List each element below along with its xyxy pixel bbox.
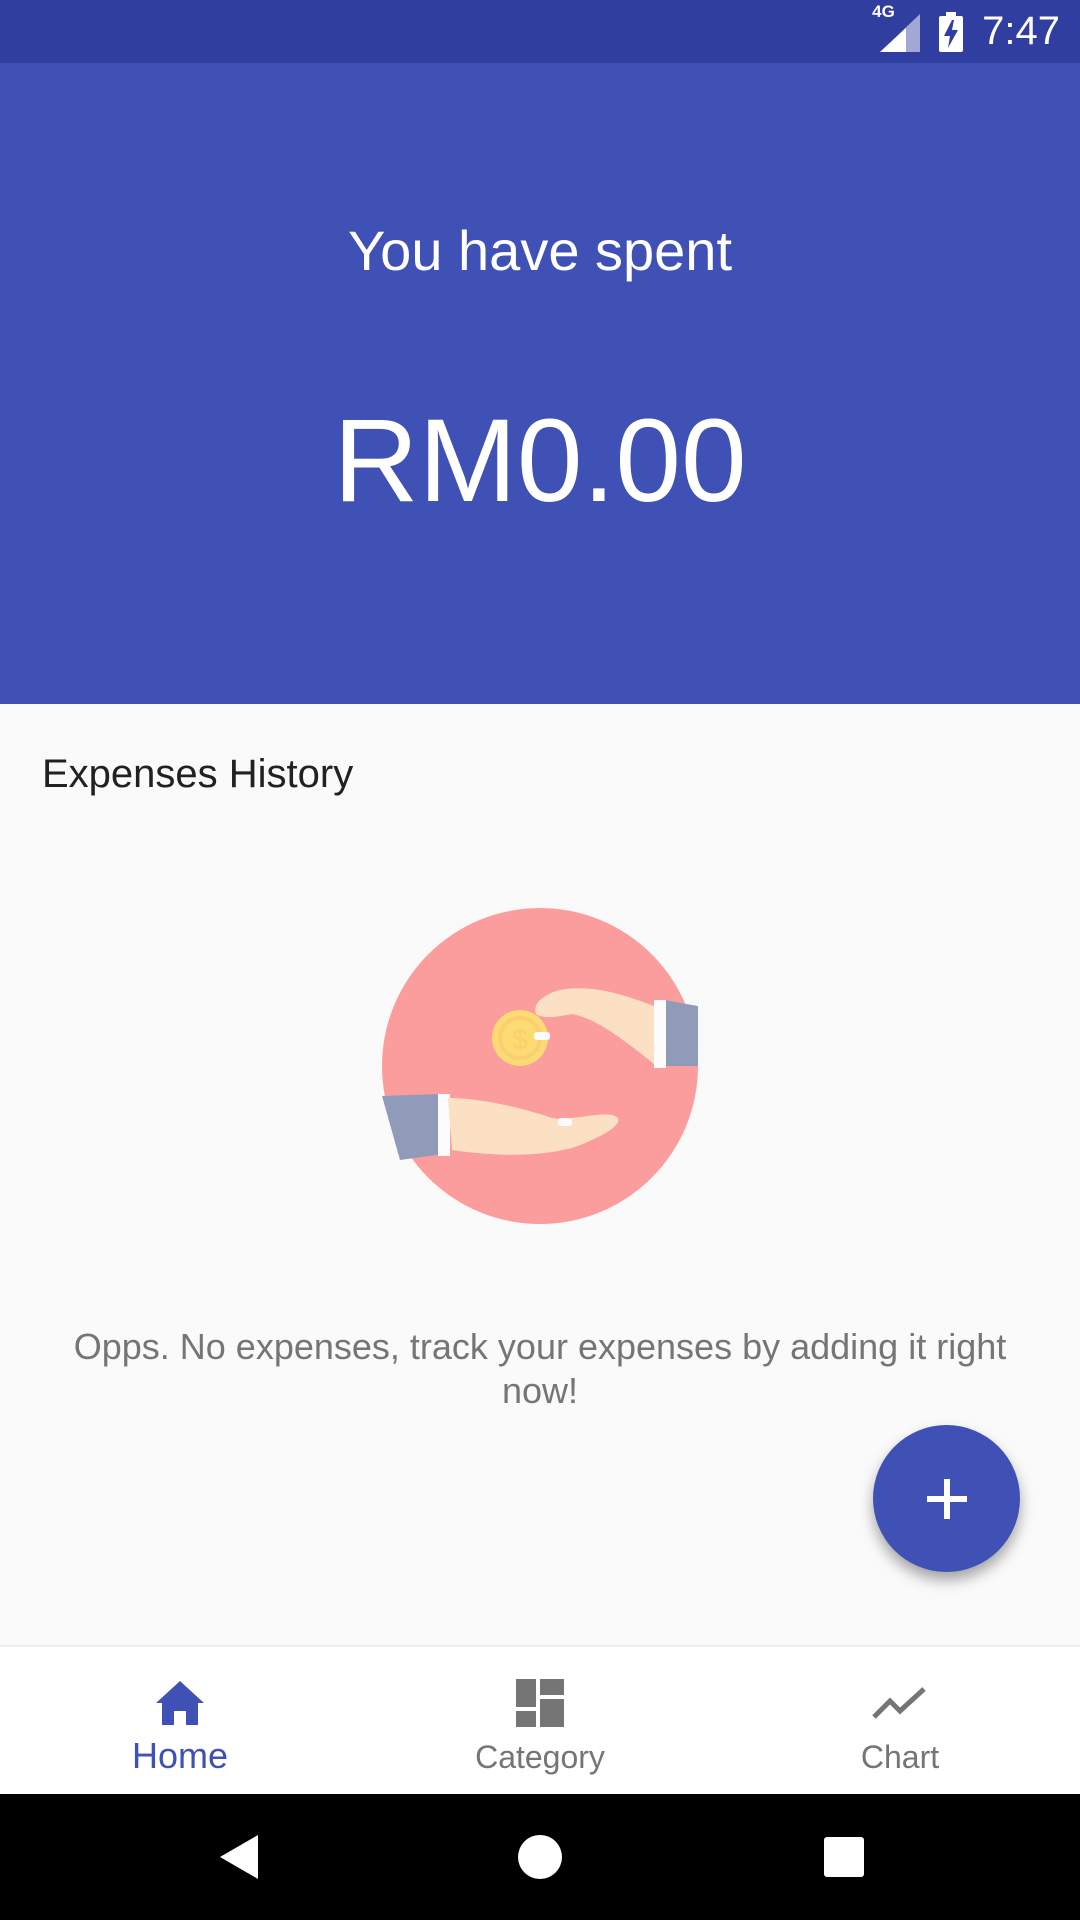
bottom-navigation: Home Category Chart	[0, 1645, 1080, 1794]
spent-amount: RM0.00	[333, 395, 747, 527]
nav-label-home: Home	[131, 1735, 229, 1776]
signal-indicator: 4G	[872, 0, 921, 63]
add-expense-button[interactable]	[873, 1425, 1020, 1572]
nav-item-chart[interactable]: Chart	[720, 1647, 1080, 1796]
svg-text:$: $	[512, 1024, 528, 1055]
status-time: 7:47	[982, 9, 1060, 53]
battery-charging-icon	[939, 11, 964, 52]
home-icon	[156, 1681, 204, 1725]
home-circle-icon[interactable]	[510, 1827, 570, 1887]
hand-giving-coin-illustration: $	[382, 908, 698, 1224]
nav-label-category: Category	[475, 1739, 605, 1775]
dashboard-icon	[516, 1679, 564, 1727]
plus-icon	[926, 1478, 967, 1519]
nav-label-chart: Chart	[860, 1739, 940, 1775]
expenses-history-title: Expenses History	[42, 752, 354, 796]
trending-up-icon	[872, 1687, 926, 1719]
nav-item-home[interactable]: Home	[0, 1647, 360, 1796]
spending-summary-header: You have spent RM0.00	[0, 63, 1080, 704]
status-icons: 4G 7:47	[872, 0, 1060, 63]
system-navigation-bar	[0, 1794, 1080, 1920]
signal-icon	[880, 14, 921, 52]
back-icon[interactable]	[210, 1827, 270, 1887]
recents-icon[interactable]	[814, 1827, 874, 1887]
empty-state-message: Opps. No expenses, track your expenses b…	[73, 1326, 1007, 1411]
nav-item-category[interactable]: Category	[360, 1647, 720, 1796]
spent-label: You have spent	[347, 219, 733, 282]
status-bar: 4G 7:47	[0, 0, 1080, 63]
